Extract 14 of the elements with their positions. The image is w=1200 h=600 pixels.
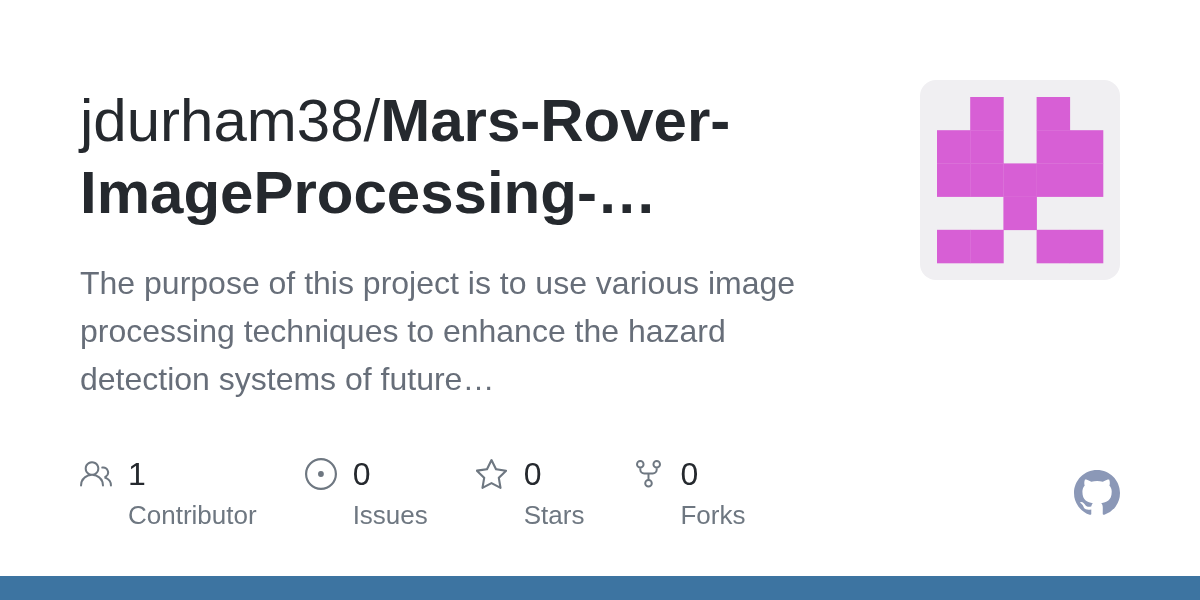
stat-count: 0: [680, 455, 700, 494]
stat-label: Issues: [352, 499, 428, 531]
github-logo-icon: [1074, 469, 1120, 516]
stat-count: 1: [128, 455, 147, 494]
fork-icon: [635, 460, 661, 488]
stat-count: 0: [352, 455, 372, 494]
repo-description: The purpose of this project is to use various image processing techniques to enhance the hazard detection systems of future…: [80, 264, 797, 399]
repo-title: jdurham38/Mars-Rover-ImageProcessing-…: [80, 86, 732, 228]
stat-label: Contributor: [128, 499, 257, 531]
star-icon: [476, 458, 508, 490]
people-icon: [80, 461, 112, 487]
stat-count: 0: [523, 455, 543, 494]
stat-label: Forks: [680, 499, 746, 531]
stat-label: Stars: [523, 499, 585, 531]
